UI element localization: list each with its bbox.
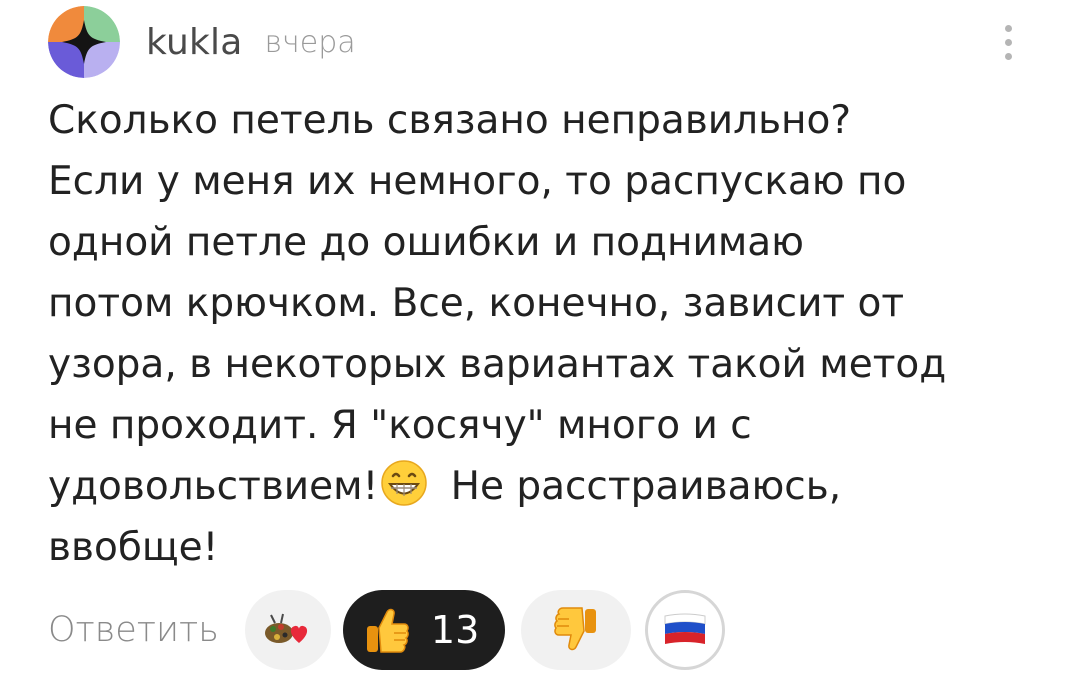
- comment-line: Если у меня их немного, то распускаю по: [48, 159, 907, 204]
- comment-line: удовольствием! Не расстраиваюсь,: [48, 456, 1038, 517]
- comment-line: потом крючком. Все, конечно, зависит от: [48, 281, 905, 326]
- reaction-russia-flag[interactable]: [645, 590, 726, 670]
- comment-line: Сколько петель связано неправильно?: [48, 98, 852, 143]
- comment-time: вчера: [264, 24, 356, 60]
- comment-card: kukla вчера Сколько петель связано непра…: [0, 0, 1080, 695]
- comment-line: одной петле до ошибки и поднимаю: [48, 220, 804, 265]
- author-name[interactable]: kukla: [146, 22, 242, 63]
- comment-line-part: Не расстраиваюсь,: [438, 464, 842, 509]
- comment-line-part: удовольствием!: [48, 464, 379, 509]
- sticker-heart-icon: [264, 613, 308, 643]
- comment-line: узора, в некоторых вариантах такой метод: [48, 342, 947, 387]
- more-options-dot: [1004, 52, 1012, 60]
- comment-header: kukla вчера: [48, 6, 356, 78]
- more-options-button[interactable]: [990, 14, 1026, 70]
- thumbs-up-count: 13: [430, 608, 480, 652]
- comment-text: Сколько петель связано неправильно? Если…: [48, 90, 1038, 578]
- reaction-thumbs-up[interactable]: 13: [342, 590, 506, 670]
- comment-line: не проходит. Я "косячу" много и с: [48, 403, 752, 448]
- thumbs-up-icon: [366, 608, 409, 653]
- thumbs-down-icon: [554, 607, 597, 651]
- more-options-icon: [1004, 24, 1012, 32]
- comment-line: ввобще!: [48, 525, 219, 570]
- more-options-dot: [1004, 38, 1012, 46]
- avatar[interactable]: [48, 6, 120, 78]
- grinning-face-icon: [381, 460, 427, 506]
- reaction-thumbs-down[interactable]: [521, 590, 632, 670]
- comment-actions: Ответить 13: [48, 588, 726, 672]
- reply-button[interactable]: Ответить: [48, 610, 219, 650]
- reaction-sticker-heart[interactable]: [244, 590, 331, 670]
- russia-flag-icon: [664, 613, 706, 644]
